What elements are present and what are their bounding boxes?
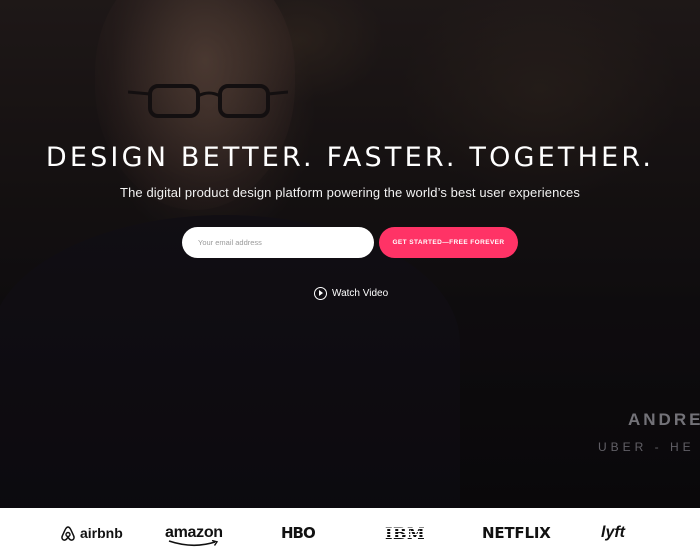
email-input[interactable] bbox=[182, 227, 374, 258]
watch-video-label: Watch Video bbox=[332, 287, 389, 299]
airbnb-logo: airbnb bbox=[60, 508, 123, 558]
airbnb-belo-icon bbox=[61, 525, 75, 541]
speaker-name-caption: ANDRE bbox=[628, 410, 700, 429]
lyft-logo: lyft bbox=[601, 524, 625, 541]
ibm-logo: IBM bbox=[385, 508, 425, 558]
play-circle-icon bbox=[314, 286, 327, 300]
amazon-smile-icon bbox=[168, 540, 219, 547]
hero-headline: DESIGN BETTER. FASTER. TOGETHER. bbox=[45, 142, 655, 173]
airbnb-wordmark: airbnb bbox=[80, 525, 123, 541]
get-started-button[interactable]: GET STARTED—FREE FOREVER bbox=[379, 227, 518, 258]
netflix-logo: NETFLIX bbox=[482, 524, 551, 542]
hbo-logo: HBO bbox=[281, 524, 316, 542]
speaker-title-caption: UBER - HE bbox=[598, 440, 695, 454]
amazon-logo: amazon bbox=[165, 508, 223, 558]
customer-logo-bar: airbnb amazon HBO IBM NETFLIX lyft bbox=[0, 508, 700, 558]
hero-subtitle: The digital product design platform powe… bbox=[120, 185, 580, 200]
watch-video-link[interactable]: Watch Video bbox=[314, 286, 388, 300]
